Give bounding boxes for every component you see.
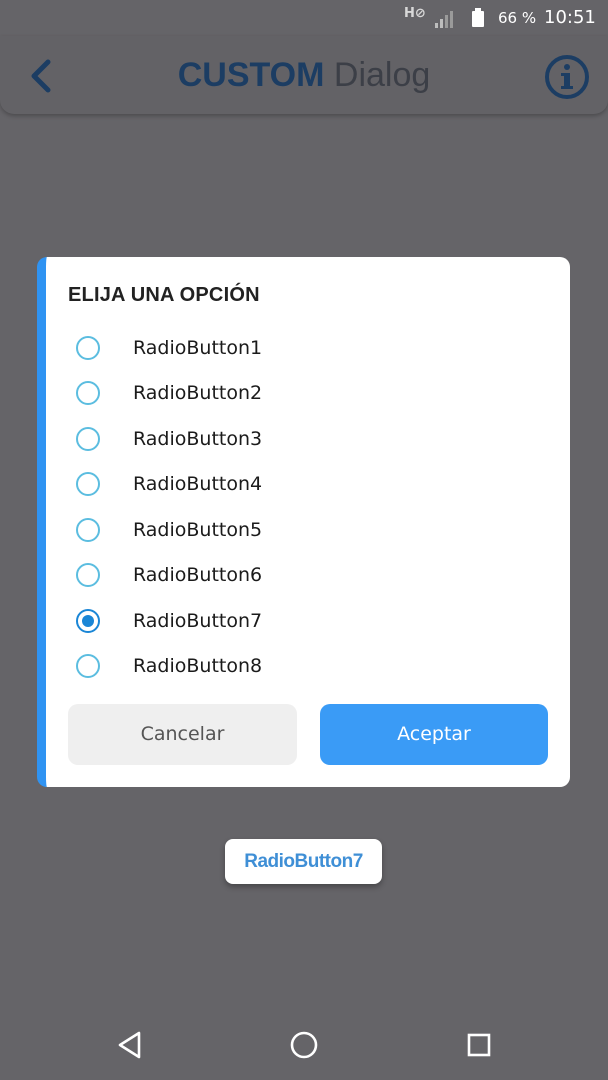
radio-option-8[interactable]: RadioButton8	[76, 648, 496, 688]
radio-unchecked-icon[interactable]	[76, 472, 100, 496]
app-toolbar: CUSTOM Dialog	[0, 36, 608, 114]
accept-button[interactable]: Aceptar	[320, 704, 548, 765]
back-triangle-icon[interactable]	[113, 1028, 147, 1062]
radio-option-1[interactable]: RadioButton1	[76, 330, 496, 370]
signal-icon	[435, 11, 453, 28]
radio-option-6[interactable]: RadioButton6	[76, 557, 496, 597]
radio-option-7[interactable]: RadioButton7	[76, 603, 496, 643]
navigation-bar	[0, 1010, 608, 1080]
home-circle-icon[interactable]	[287, 1028, 321, 1062]
option-dialog: ELIJA UNA OPCIÓN RadioButton1 RadioButto…	[37, 257, 570, 787]
title-rest: Dialog	[324, 56, 431, 94]
network-label: H	[404, 6, 415, 21]
battery-percent: 66 %	[498, 9, 537, 27]
title-bold: CUSTOM	[177, 56, 325, 94]
radio-label: RadioButton5	[133, 519, 263, 541]
radio-unchecked-icon[interactable]	[76, 381, 100, 405]
radio-unchecked-icon[interactable]	[76, 563, 100, 587]
radio-option-5[interactable]: RadioButton5	[76, 512, 496, 552]
info-icon[interactable]	[544, 54, 590, 100]
radio-unchecked-icon[interactable]	[76, 336, 100, 360]
battery-icon	[472, 8, 484, 27]
dialog-title: ELIJA UNA OPCIÓN	[68, 284, 260, 306]
radio-checked-icon[interactable]	[76, 609, 100, 633]
radio-unchecked-icon[interactable]	[76, 654, 100, 678]
radio-label: RadioButton8	[133, 655, 263, 677]
cancel-button[interactable]: Cancelar	[68, 704, 297, 765]
radio-option-2[interactable]: RadioButton2	[76, 375, 496, 415]
page-title: CUSTOM Dialog	[0, 56, 608, 95]
radio-label: RadioButton6	[133, 564, 263, 586]
radio-option-3[interactable]: RadioButton3	[76, 421, 496, 461]
toast-text: RadioButton7	[244, 851, 363, 872]
toast-message: RadioButton7	[225, 839, 382, 884]
radio-label: RadioButton7	[133, 610, 263, 632]
radio-option-4[interactable]: RadioButton4	[76, 466, 496, 506]
radio-unchecked-icon[interactable]	[76, 518, 100, 542]
radio-label: RadioButton3	[133, 428, 263, 450]
clock-time: 10:51	[544, 7, 596, 28]
radio-unchecked-icon[interactable]	[76, 427, 100, 451]
status-bar: H⊘ 66 % 10:51	[0, 0, 608, 36]
radio-label: RadioButton4	[133, 473, 263, 495]
recents-square-icon[interactable]	[462, 1028, 496, 1062]
radio-label: RadioButton2	[133, 382, 263, 404]
hd-icon: H⊘	[404, 6, 426, 21]
radio-label: RadioButton1	[133, 337, 263, 359]
